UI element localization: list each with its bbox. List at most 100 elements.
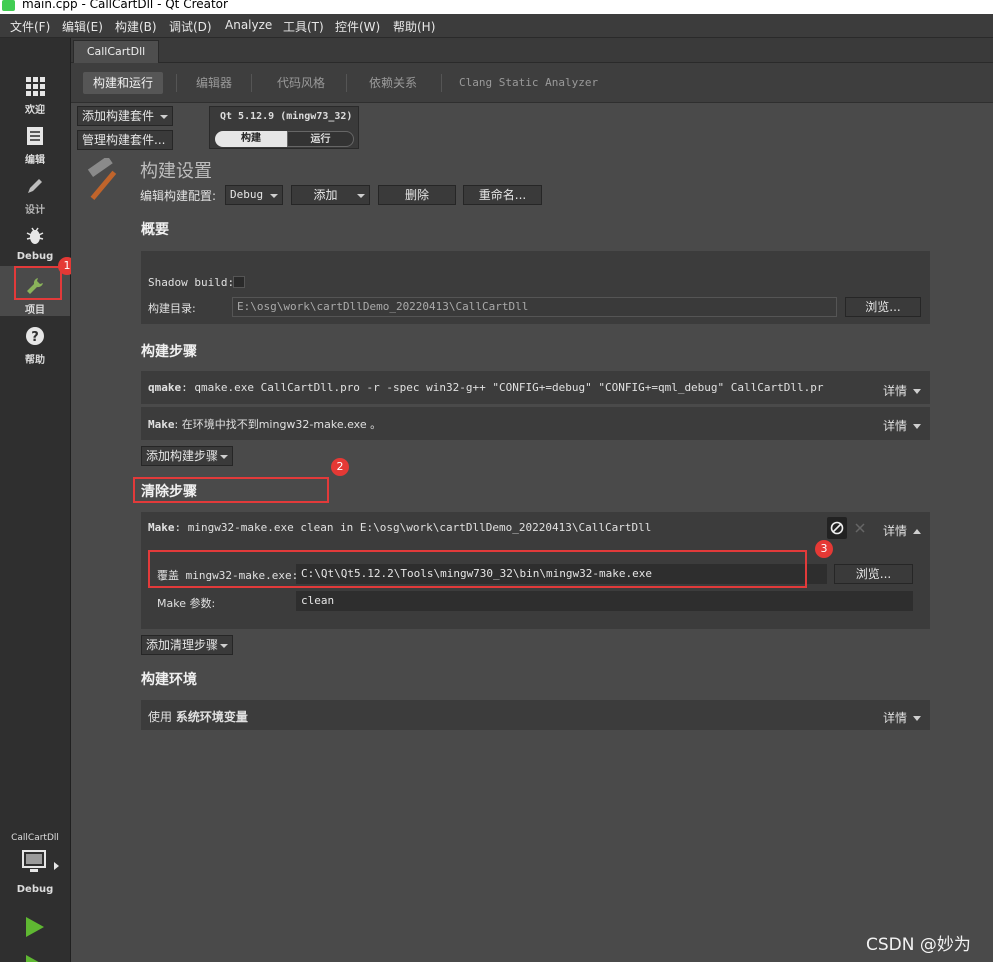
question-icon: ? — [26, 327, 44, 345]
grid-icon — [26, 77, 45, 96]
menu-debug[interactable]: 调试(D) — [169, 18, 212, 35]
target-selector[interactable] — [14, 848, 64, 888]
details-label: 详情 — [883, 524, 908, 538]
project-tab[interactable]: CallCartDll — [73, 40, 159, 63]
mode-label: 项目 — [25, 305, 45, 316]
mode-help[interactable]: ? 帮助 — [0, 316, 70, 366]
chevron-up-icon — [913, 529, 922, 534]
watermark: CSDN @妙为 — [866, 935, 971, 955]
add-config-label: 添加 — [313, 188, 338, 202]
make-args-label: Make 参数: — [157, 597, 216, 610]
tab-clang-analyzer[interactable]: Clang Static Analyzer — [449, 72, 608, 94]
tab-code-style[interactable]: 代码风格 — [267, 72, 335, 94]
add-config-dropdown[interactable]: 添加 — [291, 185, 370, 205]
build-dir-label: 构建目录: — [148, 302, 196, 315]
menu-edit[interactable]: 编辑(E) — [62, 18, 103, 35]
step-name: Make — [148, 418, 175, 431]
tab-separator — [346, 74, 347, 92]
tab-build-run[interactable]: 构建和运行 — [83, 72, 164, 94]
annotation-badge-2: 2 — [331, 458, 349, 476]
mode-welcome[interactable]: 欢迎 — [0, 66, 70, 116]
delete-config-button[interactable]: 删除 — [378, 185, 456, 205]
build-env-use: 使用 — [148, 710, 173, 724]
menu-tools[interactable]: 工具(T) — [283, 18, 324, 35]
settings-tabs: 构建和运行 编辑器 代码风格 依赖关系 Clang Static Analyze… — [71, 63, 993, 103]
tab-dependencies[interactable]: 依赖关系 — [359, 72, 427, 94]
annotation-box-3 — [148, 550, 807, 588]
add-clean-step-dropdown[interactable]: 添加清理步骤 — [141, 635, 233, 655]
browse-build-dir-button[interactable]: 浏览... — [845, 297, 921, 317]
chevron-down-icon — [913, 424, 922, 429]
kit-run-tab[interactable]: 运行 — [287, 131, 354, 147]
qt-logo-icon — [2, 0, 15, 11]
rename-config-button[interactable]: 重命名... — [463, 185, 542, 205]
pencil-icon — [28, 179, 42, 193]
manage-kits-button[interactable]: 管理构建套件... — [77, 130, 173, 150]
step-name: Make — [148, 521, 175, 534]
step-name: qmake — [148, 381, 182, 394]
details-label: 详情 — [883, 384, 908, 398]
build-env-details[interactable]: 详情 — [883, 709, 922, 726]
remove-step-icon[interactable] — [854, 522, 866, 534]
build-step-make-details[interactable]: 详情 — [883, 417, 922, 434]
details-label: 详情 — [883, 711, 908, 725]
chevron-down-icon — [913, 716, 922, 721]
step-command: : 在环境中找不到mingw32-make.exe 。 — [174, 418, 382, 431]
build-env-text: 使用 系统环境变量 — [148, 708, 248, 725]
monitor-icon — [22, 850, 46, 872]
chevron-down-icon — [913, 389, 922, 394]
annotation-box-1 — [14, 266, 62, 300]
disable-icon — [830, 521, 844, 535]
clean-step-details[interactable]: 详情 — [883, 522, 922, 539]
mode-label: 编辑 — [25, 155, 45, 166]
menu-bar: 文件(F) 编辑(E) 构建(B) 调试(D) Analyze 工具(T) 控件… — [0, 14, 993, 38]
svg-text:?: ? — [31, 330, 39, 345]
kit-build-tab[interactable]: 构建 — [215, 131, 287, 147]
build-step-qmake-details[interactable]: 详情 — [883, 382, 922, 399]
menu-analyze[interactable]: Analyze — [225, 18, 272, 32]
details-label: 详情 — [883, 419, 908, 433]
disable-step-button[interactable] — [827, 517, 847, 539]
make-args-field[interactable]: clean — [296, 591, 913, 611]
mode-sidebar: 欢迎 编辑 设计 Debug 项目 ? 帮助 CallCartDll Debug — [0, 38, 71, 962]
chevron-down-icon — [270, 194, 278, 198]
chevron-down-icon — [160, 115, 168, 119]
mode-design[interactable]: 设计 — [0, 166, 70, 216]
chevron-down-icon — [220, 644, 228, 648]
mode-label: 帮助 — [25, 355, 45, 366]
add-clean-step-label: 添加清理步骤 — [146, 638, 219, 652]
debug-run-icon[interactable] — [25, 954, 45, 962]
build-dir-field[interactable]: E:\osg\work\cartDllDemo_20220413\CallCar… — [232, 297, 837, 317]
build-config-dropdown[interactable]: Debug — [225, 185, 283, 205]
menu-help[interactable]: 帮助(H) — [393, 18, 435, 35]
add-kit-dropdown[interactable]: 添加构建套件 — [77, 106, 173, 126]
annotation-box-2 — [133, 477, 329, 503]
document-icon — [27, 127, 43, 145]
kit-selector[interactable]: Qt 5.12.9 (mingw73_32) 构建 运行 — [209, 106, 359, 149]
build-config-value: Debug — [230, 188, 264, 201]
mode-edit[interactable]: 编辑 — [0, 116, 70, 166]
menu-build[interactable]: 构建(B) — [115, 18, 157, 35]
tab-separator — [251, 74, 252, 92]
tab-separator — [441, 74, 442, 92]
tab-editor[interactable]: 编辑器 — [186, 72, 242, 94]
edit-config-label: 编辑构建配置: — [140, 189, 217, 203]
build-settings-title: 构建设置 — [140, 161, 212, 182]
menu-file[interactable]: 文件(F) — [10, 18, 50, 35]
add-build-step-label: 添加构建步骤 — [146, 449, 219, 463]
build-step-make-text: Make: 在环境中找不到mingw32-make.exe 。 — [148, 416, 381, 432]
overview-title: 概要 — [141, 222, 169, 238]
menu-widgets[interactable]: 控件(W) — [335, 18, 380, 35]
clean-step-text: Make: mingw32-make.exe clean in E:\osg\w… — [148, 521, 651, 534]
run-icon[interactable] — [25, 916, 45, 938]
browse-make-button[interactable]: 浏览... — [834, 564, 913, 584]
build-env-title: 构建环境 — [141, 672, 197, 688]
build-step-qmake-text: qmake: qmake.exe CallCartDll.pro -r -spe… — [148, 381, 824, 394]
add-build-step-dropdown[interactable]: 添加构建步骤 — [141, 446, 233, 466]
hammer-icon — [87, 158, 117, 200]
mode-label: 欢迎 — [25, 105, 45, 116]
shadow-build-checkbox[interactable] — [233, 276, 245, 288]
mode-debug[interactable]: Debug — [0, 216, 70, 266]
target-config-name: Debug — [16, 884, 54, 895]
window-title-bar: main.cpp - CallCartDll - Qt Creator — [0, 0, 993, 14]
